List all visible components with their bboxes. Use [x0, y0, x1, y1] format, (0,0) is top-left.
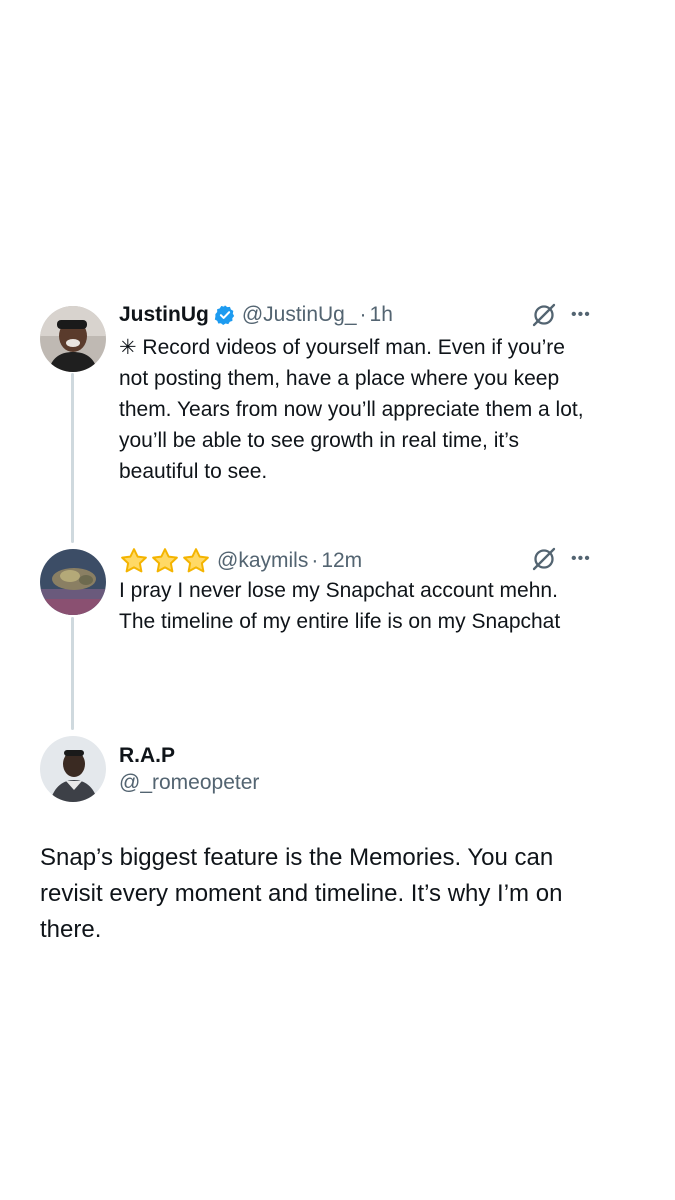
- more-options-icon[interactable]: •••: [571, 307, 591, 323]
- tweet-1-text: ✳ Record videos of yourself man. Even if…: [119, 336, 584, 483]
- thread-line-1: [71, 373, 74, 543]
- author-name[interactable]: JustinUg: [119, 302, 209, 328]
- author-name-stars[interactable]: [119, 546, 211, 576]
- avatar-justinug[interactable]: [40, 306, 106, 372]
- author-handle[interactable]: @kaymils: [217, 548, 308, 574]
- screenshot-page: JustinUg @JustinUg_ · 1h ••• ✳ Record vi…: [0, 0, 675, 1200]
- tweet-time[interactable]: 12m: [321, 548, 362, 574]
- thread-line-2: [71, 617, 74, 730]
- avatar-kaymils[interactable]: [40, 549, 106, 615]
- verified-badge-icon: [214, 305, 235, 325]
- tweet-2-text: I pray I never lose my Snapchat account …: [119, 579, 561, 633]
- separator-dot: ·: [359, 303, 367, 326]
- tweet-2-header: @kaymils · 12m: [119, 546, 362, 576]
- tweet-time[interactable]: 1h: [370, 302, 393, 328]
- tweet-1-actions: •••: [531, 302, 591, 328]
- tweet-2-actions: •••: [531, 546, 591, 572]
- separator-dot: ·: [311, 549, 319, 572]
- reply-author-name[interactable]: R.A.P: [119, 743, 175, 769]
- reply-text: Snap’s biggest feature is the Memories. …: [40, 844, 563, 943]
- grok-icon[interactable]: [531, 546, 557, 572]
- author-handle[interactable]: @JustinUg_: [242, 302, 357, 328]
- star-icon: [183, 548, 209, 573]
- grok-icon[interactable]: [531, 302, 557, 328]
- tweet-1-header: JustinUg @JustinUg_ · 1h: [119, 302, 393, 328]
- star-icon: [121, 548, 147, 573]
- more-options-icon[interactable]: •••: [571, 551, 591, 567]
- reply-author-handle[interactable]: @_romeopeter: [119, 770, 259, 796]
- avatar-romeopeter[interactable]: [40, 736, 106, 802]
- star-icon: [152, 548, 178, 573]
